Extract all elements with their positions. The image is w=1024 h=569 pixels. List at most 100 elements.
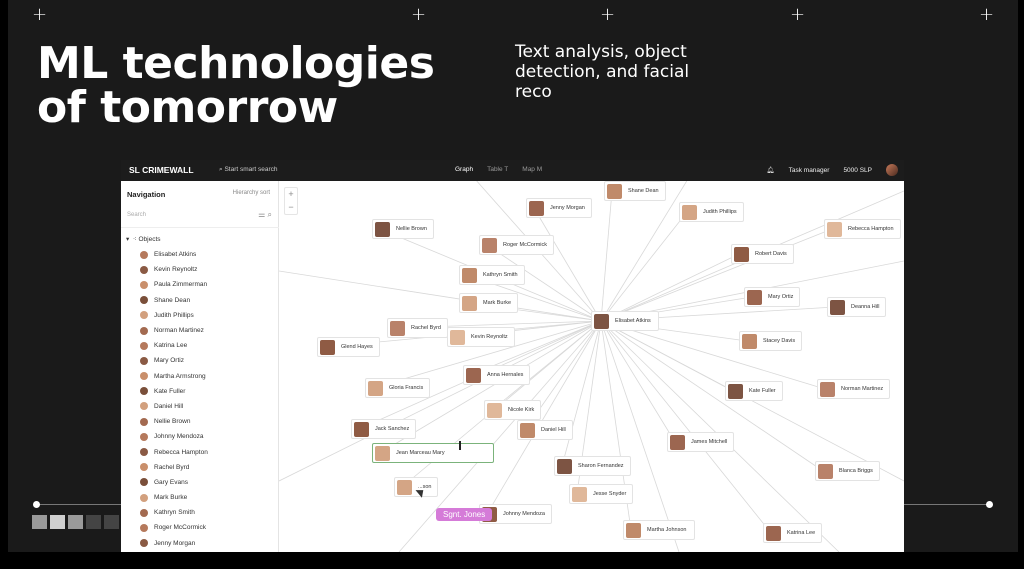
sidebar-item[interactable]: Nellie Brown — [140, 414, 208, 429]
sidebar-item[interactable]: Rachel Byrd — [140, 460, 208, 475]
graph-node[interactable]: Katrina Lee — [763, 523, 823, 543]
avatar — [140, 402, 148, 411]
avatar — [820, 381, 835, 397]
hierarchy-sort-button[interactable]: Hierarchy sort — [233, 190, 270, 196]
graph-node[interactable]: Anna Hernales — [463, 365, 531, 385]
sidebar-search-input[interactable]: Search — [127, 212, 146, 218]
graph-node[interactable]: Roger McCormick — [479, 235, 555, 255]
graph-node[interactable]: Rebecca Hampton — [824, 219, 901, 239]
graph-node[interactable]: Martha Johnson — [623, 520, 695, 540]
avatar — [140, 523, 148, 532]
graph-node[interactable]: Norman Martinez — [817, 379, 891, 399]
graph-node[interactable]: Elisabet Atkins — [591, 311, 659, 331]
avatar — [728, 383, 743, 399]
zoom-in-button[interactable]: + — [285, 188, 297, 201]
sidebar-item[interactable]: Mary Ortiz — [140, 353, 208, 368]
slide-thumbnails — [32, 515, 119, 529]
smart-search-input[interactable]: ⌕ Start smart search — [219, 166, 278, 174]
graph-node[interactable]: Gloria Francis — [365, 378, 431, 398]
graph-node-label: Kevin Reynoltz — [471, 334, 508, 340]
avatar[interactable] — [886, 164, 898, 176]
sidebar-item[interactable]: Kathryn Smith — [140, 505, 208, 520]
graph-node[interactable]: Mark Burke — [459, 293, 519, 313]
graph-node[interactable]: Kevin Reynoltz — [447, 327, 515, 347]
graph-node[interactable]: Blanca Briggs — [815, 461, 880, 481]
graph-node[interactable]: Rachel Byrd — [387, 318, 448, 338]
sidebar-item[interactable]: Martha Armstrong — [140, 369, 208, 384]
avatar — [375, 445, 390, 461]
sidebar-item[interactable]: Rebecca Hampton — [140, 444, 208, 459]
slide-thumbnail[interactable] — [68, 515, 83, 529]
sidebar-item[interactable]: Elisabet Atkins — [140, 247, 208, 262]
avatar — [827, 221, 842, 237]
graph-node[interactable]: ...son — [394, 477, 439, 497]
graph-node[interactable]: Nellie Brown — [372, 219, 434, 239]
graph-node[interactable]: James Mitchell — [667, 432, 735, 452]
graph-node-label: Jack Sanchez — [375, 426, 410, 432]
graph-node[interactable]: Jesse Snyder — [569, 484, 634, 504]
task-manager-button[interactable]: Task manager — [789, 167, 830, 174]
graph-node[interactable]: Jean Marceau Mary — [372, 443, 494, 463]
graph-node-label: Norman Martinez — [841, 386, 884, 392]
graph-node[interactable]: Kathryn Smith — [459, 265, 525, 285]
relationship-graph[interactable]: Elisabet Atkins Shane Dean Jenny Morgan Jud… — [279, 181, 904, 552]
sidebar-item-label: Paula Zimmerman — [154, 281, 208, 289]
graph-node[interactable]: Mary Ortiz — [744, 287, 801, 307]
graph-edge — [533, 207, 602, 322]
graph-node-label: Jenny Morgan — [550, 205, 585, 211]
bell-icon[interactable]: 🔔︎ — [766, 166, 774, 174]
sidebar-item[interactable]: Roger McCormick — [140, 520, 208, 535]
app-logo[interactable]: SL CRIMEWALL — [129, 165, 194, 175]
filter-search-icons[interactable]: ⚌ ⌕ — [258, 210, 272, 220]
graph-node-label: Elisabet Atkins — [615, 318, 651, 324]
avatar — [390, 320, 405, 336]
tab-graph[interactable]: Graph — [449, 164, 479, 175]
plus-mark: + — [790, 4, 806, 25]
sidebar-item[interactable]: Shane Dean — [140, 293, 208, 308]
graph-node[interactable]: Deanna Hill — [827, 297, 887, 317]
sidebar-item[interactable]: Daniel Hill — [140, 399, 208, 414]
slide-thumbnail[interactable] — [104, 515, 119, 529]
sidebar-item[interactable]: Kate Fuller — [140, 384, 208, 399]
graph-node[interactable]: Jack Sanchez — [351, 419, 417, 439]
app-topbar: SL CRIMEWALL ⌕ Start smart search Graph … — [121, 160, 904, 181]
graph-node-label: Kathryn Smith — [483, 272, 518, 278]
sidebar-item[interactable]: Jenny Morgan — [140, 536, 208, 551]
tab-table[interactable]: Table T — [481, 164, 514, 175]
sidebar-item[interactable]: Mark Burke — [140, 490, 208, 505]
avatar — [742, 333, 757, 349]
avatar — [482, 237, 497, 253]
sidebar-item-label: Norman Martinez — [154, 327, 204, 335]
graph-node[interactable]: Robert Davis — [731, 244, 794, 264]
slide-thumbnail[interactable] — [86, 515, 101, 529]
slide-thumbnail[interactable] — [32, 515, 47, 529]
graph-node[interactable]: Kate Fuller — [725, 381, 783, 401]
objects-group[interactable]: ▾ ⁖ Objects — [126, 235, 161, 243]
smart-search-placeholder: Start smart search — [224, 166, 278, 173]
slide-thumbnail[interactable] — [50, 515, 65, 529]
zoom-out-button[interactable]: − — [285, 201, 297, 214]
graph-node[interactable]: Shane Dean — [604, 181, 666, 201]
credits-label[interactable]: 5000 SLP — [843, 167, 872, 174]
graph-node[interactable]: Daniel Hill — [517, 420, 573, 440]
graph-node-label: Glend Hayes — [341, 344, 373, 350]
sidebar-item[interactable]: Johnny Mendoza — [140, 429, 208, 444]
graph-node[interactable]: Stacey Davis — [739, 331, 803, 351]
graph-node[interactable]: Sharon Fernandez — [554, 456, 631, 476]
sidebar-item[interactable]: Judith Phillips — [140, 308, 208, 323]
tab-map[interactable]: Map M — [516, 164, 548, 175]
graph-node[interactable]: Nicole Kirk — [484, 400, 542, 420]
graph-node[interactable]: Jenny Morgan — [526, 198, 592, 218]
sidebar-item[interactable]: Kevin Reynoltz — [140, 262, 208, 277]
graph-edge — [600, 211, 688, 322]
avatar — [354, 421, 369, 437]
sidebar-item[interactable]: Gary Evans — [140, 475, 208, 490]
avatar — [140, 448, 148, 457]
graph-node-label: Katrina Lee — [787, 530, 816, 536]
sidebar-item[interactable]: Norman Martinez — [140, 323, 208, 338]
graph-node[interactable]: Glend Hayes — [317, 337, 380, 357]
graph-node[interactable]: Judith Phillips — [679, 202, 744, 222]
sidebar-item[interactable]: Katrina Lee — [140, 338, 208, 353]
sidebar-item-label: Elisabet Atkins — [154, 251, 197, 259]
sidebar-item[interactable]: Paula Zimmerman — [140, 277, 208, 292]
